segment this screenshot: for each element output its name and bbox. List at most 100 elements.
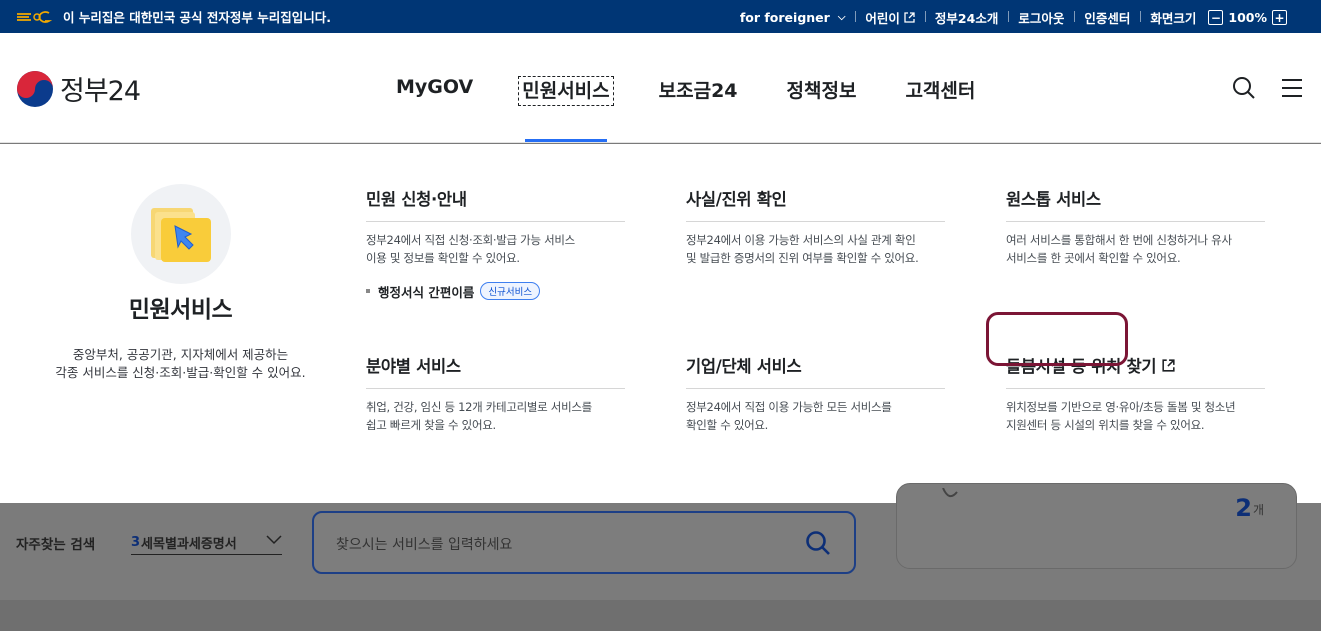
frequent-search-label: 자주찾는 검색: [16, 537, 96, 553]
for-foreigner-label: for foreigner: [739, 10, 830, 25]
main-nav: MyGOV 민원서비스 보조금24 정책정보 고객센터: [396, 76, 1024, 142]
menu-civil-apply-label: 민원 신청·안내: [366, 190, 467, 209]
highlight-annotation: [986, 312, 1128, 366]
menu-category-service-desc: 취업, 건강, 임신 등 12개 카테고리별로 서비스를 쉽고 빠르게 찾을 수…: [366, 398, 625, 435]
menu-category-service-label: 분야별 서비스: [366, 357, 461, 376]
menu-civil-apply-desc: 정부24에서 직접 신청·조회·발급 가능 서비스 이용 및 정보를 확인할 수…: [366, 231, 625, 268]
for-foreigner-link[interactable]: for foreigner ⌵: [730, 10, 856, 25]
nav-policy-info-label: 정책정보: [786, 80, 857, 102]
menu-one-stop-desc: 여러 서비스를 통합해서 한 번에 신청하거나 유사 서비스를 한 곳에서 확인…: [1006, 231, 1265, 268]
search-icon[interactable]: [804, 529, 832, 557]
taeguk-logo-icon: [17, 70, 53, 107]
about-link[interactable]: 정부24소개: [924, 8, 1008, 27]
zoom-label: 화면크기: [1150, 11, 1197, 26]
nav-mygov[interactable]: MyGOV: [396, 76, 473, 103]
menu-category-service-title[interactable]: 분야별 서비스: [366, 353, 625, 389]
search-input[interactable]: 찾으시는 서비스를 입력하세요: [336, 534, 512, 554]
megamenu-description: 중앙부처, 공공기관, 지자체에서 제공하는 각종 서비스를 신청·조회·발급·…: [37, 346, 324, 382]
menu-business-service: 기업/단체 서비스 정부24에서 직접 이용 가능한 모든 서비스를 확인할 수…: [686, 353, 945, 435]
utility-links: for foreigner ⌵ 어린이 정부24소개 로그아웃 인증센터 화면크…: [730, 8, 1297, 27]
logout-link[interactable]: 로그아웃: [1008, 8, 1074, 27]
frequent-search-select[interactable]: 3 세목별과세증명서: [131, 533, 282, 555]
summary-count: 2: [1235, 494, 1252, 522]
logout-label: 로그아웃: [1018, 11, 1065, 26]
kids-label: 어린이: [865, 11, 900, 26]
desc-line: 및 발급한 증명서의 진위 여부를 확인할 수 있어요.: [686, 251, 919, 266]
desc-line: 정부24에서 이용 가능한 서비스의 사실 관계 확인: [686, 233, 916, 247]
menu-category-service: 분야별 서비스 취업, 건강, 임신 등 12개 카테고리별로 서비스를 쉽고 …: [366, 353, 625, 435]
nav-subsidy24-label: 보조금24: [658, 80, 738, 102]
desc-line: 서비스를 한 곳에서 확인할 수 있어요.: [1006, 251, 1181, 266]
frequent-search-value: 세목별과세증명서: [141, 537, 237, 552]
menu-fact-check-desc: 정부24에서 이용 가능한 서비스의 사실 관계 확인 및 발급한 증명서의 진…: [686, 231, 945, 268]
menu-fact-check: 사실/진위 확인 정부24에서 이용 가능한 서비스의 사실 관계 확인 및 발…: [686, 186, 945, 268]
megamenu-desc-line: 중앙부처, 공공기관, 지자체에서 제공하는: [72, 347, 289, 362]
sub-link-form-easy-name[interactable]: 행정서식 간편이름 신규서비스: [366, 282, 625, 301]
menu-business-service-label: 기업/단체 서비스: [686, 357, 802, 376]
hamburger-menu-icon[interactable]: [1279, 75, 1305, 101]
menu-fact-check-title[interactable]: 사실/진위 확인: [686, 186, 945, 222]
gov-notice-text: 이 누리집은 대한민국 공식 전자정부 누리집입니다.: [63, 10, 332, 25]
site-logo[interactable]: 정부24: [16, 69, 141, 108]
nav-subsidy24[interactable]: 보조금24: [659, 76, 738, 103]
menu-business-service-desc: 정부24에서 직접 이용 가능한 모든 서비스를 확인할 수 있어요.: [686, 398, 945, 435]
desc-line: 정부24에서 직접 이용 가능한 모든 서비스를: [686, 400, 892, 414]
folder-arrow-icon: [150, 208, 211, 262]
search-icon: [942, 488, 958, 498]
header-icons: [1231, 75, 1305, 101]
nav-policy-info[interactable]: 정책정보: [787, 76, 857, 103]
desc-line: 위치정보를 기반으로 영·유아/초등 돌봄 및 청소년: [1006, 400, 1236, 414]
megamenu-desc-line: 각종 서비스를 신청·조회·발급·확인할 수 있어요.: [55, 365, 306, 381]
new-service-badge: 신규서비스: [480, 282, 541, 301]
search-icon[interactable]: [1231, 75, 1257, 101]
desc-line: 여러 서비스를 통합해서 한 번에 신청하거나 유사: [1006, 233, 1232, 247]
zoom-out-button[interactable]: −: [1208, 10, 1224, 25]
zoom-value: 100%: [1228, 10, 1267, 25]
e-government-icon: [17, 10, 53, 23]
gov-notice-bar: 이 누리집은 대한민국 공식 전자정부 누리집입니다. for foreigne…: [0, 0, 1321, 33]
cert-center-label: 인증센터: [1084, 11, 1131, 26]
summary-unit: 개: [1252, 503, 1264, 517]
menu-care-location-desc: 위치정보를 기반으로 영·유아/초등 돌봄 및 청소년 지원센터 등 시설의 위…: [1006, 398, 1265, 435]
menu-business-service-title[interactable]: 기업/단체 서비스: [686, 353, 945, 389]
megamenu-title: 민원서비스: [128, 297, 233, 323]
nav-mygov-label: MyGOV: [396, 76, 474, 98]
logo-text: 정부24: [60, 76, 141, 107]
bullet-icon: [366, 289, 370, 294]
nav-civil-service-label: 민원서비스: [518, 76, 614, 106]
service-search-box[interactable]: 찾으시는 서비스를 입력하세요: [312, 511, 856, 574]
external-link-icon: [1162, 358, 1175, 372]
desc-line: 확인할 수 있어요.: [686, 418, 769, 433]
zoom-in-button[interactable]: +: [1272, 10, 1287, 25]
desc-line: 쉽고 빠르게 찾을 수 있어요.: [366, 418, 496, 433]
kids-link[interactable]: 어린이: [855, 8, 925, 27]
nav-customer-center-label: 고객센터: [905, 80, 976, 102]
menu-fact-check-label: 사실/진위 확인: [686, 190, 787, 209]
frequent-search-rank: 3: [131, 535, 141, 550]
desc-line: 취업, 건강, 임신 등 12개 카테고리별로 서비스를: [366, 400, 592, 414]
about-label: 정부24소개: [934, 11, 999, 26]
menu-civil-apply: 민원 신청·안내 정부24에서 직접 신청·조회·발급 가능 서비스 이용 및 …: [366, 186, 625, 301]
menu-one-stop-label: 원스톱 서비스: [1006, 190, 1101, 209]
desc-line: 정부24에서 직접 신청·조회·발급 가능 서비스: [366, 233, 575, 247]
dimmed-page-content: 2 개 자주찾는 검색 3 세목별과세증명서 찾으시는 서비스를 입력하세요: [0, 483, 1321, 631]
nav-civil-service[interactable]: 민원서비스: [518, 76, 614, 142]
summary-card: 2 개: [896, 483, 1297, 569]
menu-one-stop-title[interactable]: 원스톱 서비스: [1006, 186, 1265, 222]
page-section-divider: [0, 600, 1321, 631]
site-header: 정부24 MyGOV 민원서비스 보조금24 정책정보 고객센터: [0, 33, 1321, 143]
desc-line: 지원센터 등 시설의 위치를 찾을 수 있어요.: [1006, 418, 1205, 433]
menu-civil-apply-title[interactable]: 민원 신청·안내: [366, 186, 625, 222]
external-link-icon: [904, 12, 915, 23]
gov-notice: 이 누리집은 대한민국 공식 전자정부 누리집입니다.: [15, 7, 331, 26]
nav-customer-center[interactable]: 고객센터: [905, 76, 975, 103]
civil-service-megamenu: 민원서비스 중앙부처, 공공기관, 지자체에서 제공하는 각종 서비스를 신청·…: [0, 144, 1321, 503]
zoom-control: 화면크기 − 100% +: [1140, 8, 1297, 27]
cert-center-link[interactable]: 인증센터: [1074, 8, 1140, 27]
folder-illustration: [130, 184, 231, 284]
menu-one-stop: 원스톱 서비스 여러 서비스를 통합해서 한 번에 신청하거나 유사 서비스를 …: [1006, 186, 1265, 268]
chevron-down-icon: ⌵: [837, 12, 846, 23]
chevron-down-icon: [266, 535, 282, 545]
desc-line: 이용 및 정보를 확인할 수 있어요.: [366, 251, 520, 266]
sub-link-label: 행정서식 간편이름: [378, 284, 475, 300]
